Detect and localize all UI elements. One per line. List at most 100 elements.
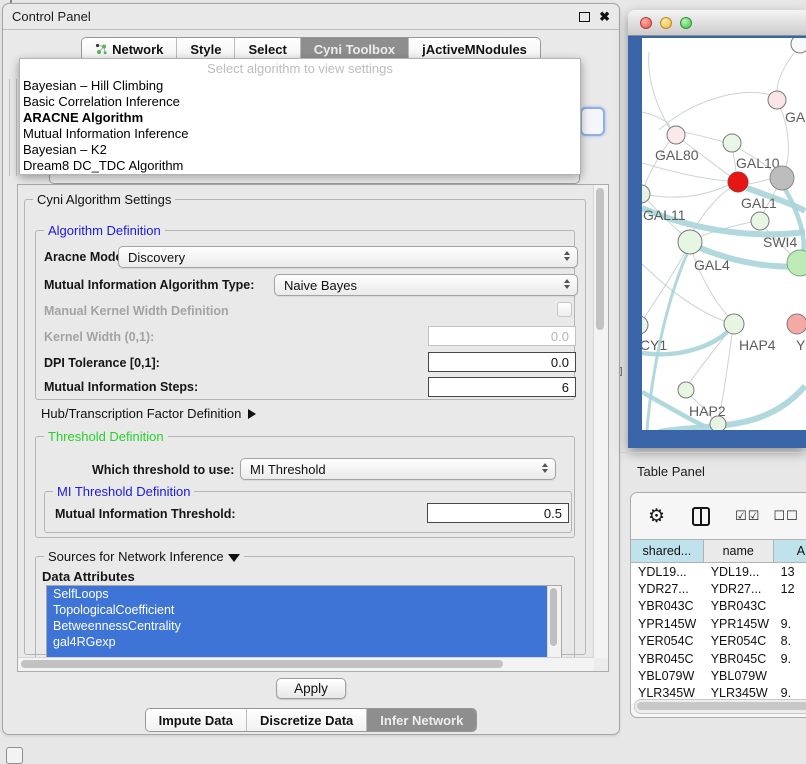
- table-horizontal-scrollbar[interactable]: [634, 699, 806, 714]
- select-all-checkboxes-icon[interactable]: ☑☑: [735, 508, 760, 524]
- columns-icon[interactable]: [692, 507, 710, 526]
- network-node[interactable]: [710, 416, 726, 430]
- table-row[interactable]: YBR043CYBR043C: [631, 598, 806, 615]
- network-node-gal1[interactable]: [728, 172, 748, 192]
- network-node-swi4[interactable]: [751, 212, 769, 230]
- tab-network[interactable]: Network: [82, 38, 176, 60]
- data-attribute-item[interactable]: SelfLoops: [47, 586, 547, 602]
- tab-label: Style: [190, 42, 221, 57]
- table-row[interactable]: YBR045CYBR045C9.: [631, 650, 806, 667]
- table-row[interactable]: YPR145WYPR145W9.: [631, 615, 806, 632]
- algorithm-option[interactable]: Mutual Information Inference: [20, 126, 580, 142]
- network-node[interactable]: [791, 38, 806, 53]
- column-header-shared-name[interactable]: shared...: [631, 540, 704, 562]
- kernel-width-value: 0.0: [551, 329, 569, 344]
- network-edge[interactable]: [659, 92, 775, 130]
- network-node-hap4[interactable]: [724, 314, 744, 334]
- network-node-gcy1[interactable]: [642, 316, 648, 334]
- zoom-window-button[interactable]: [680, 17, 692, 29]
- network-window-titlebar[interactable]: [628, 10, 806, 36]
- network-edge[interactable]: [649, 185, 728, 197]
- which-threshold-select[interactable]: MI Threshold: [240, 458, 556, 480]
- network-edge[interactable]: [644, 252, 685, 318]
- tab-style[interactable]: Style: [176, 38, 234, 60]
- tab-jactivemnodules[interactable]: jActiveMNodules: [408, 38, 540, 60]
- table-row[interactable]: YDL19...YDL19...13: [631, 563, 806, 580]
- table-row[interactable]: YBL079WYBL079W: [631, 667, 806, 684]
- data-attribute-item[interactable]: gal4RGexp: [47, 634, 547, 650]
- float-panel-icon[interactable]: [579, 12, 590, 22]
- table-cell: YER054C: [631, 634, 704, 648]
- mi-steps-field[interactable]: 6: [428, 377, 576, 397]
- settings-horizontal-scrollbar[interactable]: [18, 657, 594, 671]
- network-edge[interactable]: [642, 112, 670, 128]
- table-row[interactable]: YDR27...YDR27...12: [631, 580, 806, 597]
- network-edge[interactable]: [777, 53, 794, 91]
- close-window-button[interactable]: [640, 17, 652, 29]
- mi-threshold-field[interactable]: 0.5: [427, 503, 569, 523]
- data-attributes-list[interactable]: SelfLoopsTopologicalCoefficientBetweenne…: [46, 585, 562, 659]
- mi-threshold-group: MI Threshold Definition Mutual Informati…: [44, 491, 572, 533]
- minimized-panel-icon[interactable]: [6, 747, 23, 764]
- tab-impute-data[interactable]: Impute Data: [146, 709, 246, 731]
- table-header-row: shared... name A: [631, 539, 806, 563]
- algorithm-option[interactable]: Basic Correlation Inference: [20, 94, 580, 110]
- algorithm-option[interactable]: Bayesian – Hill Climbing: [20, 78, 580, 94]
- network-edge[interactable]: [690, 332, 728, 382]
- table-row[interactable]: YER054CYER054C8.: [631, 633, 806, 650]
- apply-button[interactable]: Apply: [276, 678, 346, 699]
- algorithm-option[interactable]: Dream8 DC_TDC Algorithm: [20, 158, 580, 174]
- mi-algorithm-type-select[interactable]: Naive Bayes: [274, 274, 578, 296]
- table-cell: YDR27...: [631, 582, 704, 596]
- network-node-gal4[interactable]: [678, 230, 702, 254]
- settings-vertical-scrollbar[interactable]: [593, 185, 608, 658]
- threshold-definition-group: Threshold Definition Which threshold to …: [35, 436, 575, 538]
- table-panel: ⚙ ☑☑ ☐☐ shared... name A YDL19...YDL19..…: [630, 492, 806, 718]
- table-cell: 9.: [774, 652, 806, 666]
- data-attribute-item[interactable]: BetweennessCentrality: [47, 618, 547, 634]
- data-attribute-item[interactable]: TopologicalCoefficient: [47, 602, 547, 618]
- tab-label: Impute Data: [159, 713, 233, 728]
- deselect-all-checkboxes-icon[interactable]: ☐☐: [773, 508, 798, 524]
- network-edge[interactable]: [748, 179, 770, 184]
- tab-cyni-toolbox[interactable]: Cyni Toolbox: [300, 38, 408, 60]
- table-cell: YPR145W: [631, 617, 704, 631]
- network-graph[interactable]: GALGAL80GAL10GAL1GAL11SWI4GAL4GCY1HAP4YH…: [642, 38, 806, 430]
- expand-arrow-icon: [248, 409, 256, 419]
- scrollbar-corner: [594, 658, 608, 671]
- manual-kernel-checkbox[interactable]: [557, 302, 572, 317]
- tab-infer-network[interactable]: Infer Network: [366, 709, 476, 731]
- aracne-mode-select[interactable]: Discovery: [118, 246, 578, 268]
- tab-select[interactable]: Select: [234, 38, 299, 60]
- control-panel-title: Control Panel: [12, 9, 91, 24]
- network-node-gal11[interactable]: [642, 185, 650, 203]
- list-scrollbar[interactable]: [547, 586, 561, 658]
- tab-label: Select: [248, 42, 286, 57]
- network-node-gal[interactable]: [768, 91, 786, 109]
- node-label: Y: [796, 337, 806, 353]
- column-header-partial[interactable]: A: [774, 540, 806, 562]
- algorithm-option[interactable]: ARACNE Algorithm: [20, 110, 580, 126]
- tab-label: jActiveMNodules: [422, 42, 527, 57]
- network-canvas[interactable]: GALGAL80GAL10GAL1GAL11SWI4GAL4GCY1HAP4YH…: [642, 38, 806, 430]
- node-label: GAL11: [643, 207, 686, 223]
- table-cell: YDR27...: [704, 582, 774, 596]
- network-node-gal10[interactable]: [723, 134, 741, 152]
- column-header-name[interactable]: name: [704, 540, 774, 562]
- minimize-window-button[interactable]: [660, 17, 672, 29]
- network-node-y[interactable]: [787, 314, 806, 334]
- tab-discretize-data[interactable]: Discretize Data: [246, 709, 366, 731]
- network-node[interactable]: [770, 166, 794, 190]
- network-edge[interactable]: [642, 163, 727, 181]
- network-node-gal80[interactable]: [667, 126, 685, 144]
- algorithm-option[interactable]: Bayesian – K2: [20, 142, 580, 158]
- hub-tf-definition-toggle[interactable]: Hub/Transcription Factor Definition: [41, 406, 256, 421]
- network-edge[interactable]: [684, 132, 723, 142]
- network-node-hap2[interactable]: [678, 382, 694, 398]
- mi-steps-label: Mutual Information Steps:: [44, 380, 198, 394]
- gear-icon[interactable]: ⚙: [648, 507, 665, 526]
- table-cell: 12: [774, 582, 806, 596]
- dpi-tolerance-field[interactable]: 0.0: [428, 352, 576, 372]
- close-panel-icon[interactable]: ✖: [599, 12, 610, 22]
- cyni-settings-scrollpane: Cyni Algorithm Settings Algorithm Defini…: [17, 184, 609, 672]
